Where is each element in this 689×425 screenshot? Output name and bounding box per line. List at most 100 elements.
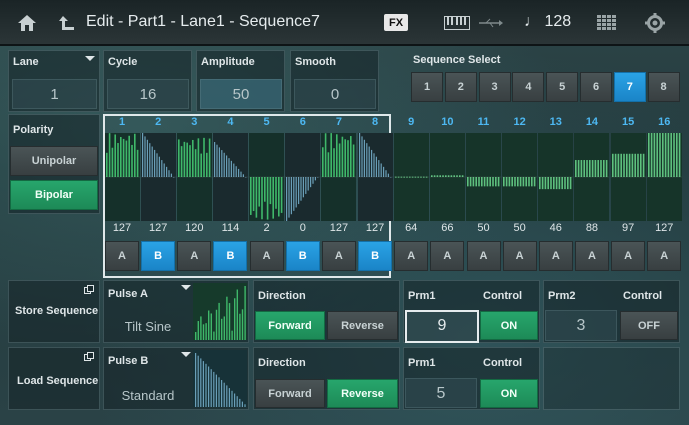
page-title: Edit - Part1 - Lane1 - Sequence7 [86,13,320,30]
quick-access-button[interactable] [592,6,622,40]
step-value-7: 127 [329,222,349,234]
step-column-13[interactable] [538,133,574,221]
pulse-b-label: Pulse B [108,355,149,367]
step-pulse-toggle-16[interactable]: A [647,241,682,271]
step-pulse-toggle-12[interactable]: A [502,241,537,271]
step-pulse-toggle-15[interactable]: A [611,241,646,271]
lane-label: Lane [13,56,39,68]
usb-icon [476,6,506,40]
sequence-select-3[interactable]: 3 [478,72,511,102]
empty-panel [543,347,680,410]
step-column-1[interactable] [104,133,140,221]
exit-button[interactable] [52,6,82,40]
pulse-a-reverse-button[interactable]: Reverse [327,311,398,340]
fx-button[interactable]: FX [384,14,408,31]
pulse-b-waveform [193,350,247,407]
step-number-5: 5 [263,116,270,128]
step-column-6[interactable] [285,133,321,221]
step-number-7: 7 [335,116,342,128]
step-value-15: 97 [621,222,635,234]
step-pulse-toggle-7[interactable]: A [321,241,356,271]
step-number-13: 13 [549,116,562,128]
step-number-2: 2 [155,116,162,128]
step-pulse-toggle-9[interactable]: A [394,241,429,271]
step-column-9[interactable] [393,133,429,221]
step-column-7[interactable] [321,133,357,221]
amplitude-label: Amplitude [201,56,255,68]
popup-icon [84,352,94,361]
step-pulse-toggle-13[interactable]: A [538,241,573,271]
step-value-16: 127 [655,222,674,234]
step-column-12[interactable] [502,133,538,221]
store-sequence-label: Store Sequence [15,305,99,317]
pulse-b-forward-button[interactable]: Forward [255,379,325,408]
step-number-4: 4 [227,116,234,128]
unipolar-button[interactable]: Unipolar [10,146,98,176]
cycle-panel[interactable]: Cycle 16 [103,50,192,112]
step-value-9: 64 [405,222,418,234]
sequence-select-2[interactable]: 2 [444,72,477,102]
step-pulse-toggle-1[interactable]: A [105,241,139,271]
pulse-b-panel[interactable]: Pulse B Standard [103,347,249,410]
step-value-11: 50 [477,222,490,234]
lane-panel[interactable]: Lane 1 [8,50,100,112]
step-pulse-toggle-4[interactable]: B [213,241,248,271]
step-column-2[interactable] [140,133,176,221]
amplitude-panel[interactable]: Amplitude 50 [196,50,285,112]
load-sequence-button[interactable]: Load Sequence [8,347,100,410]
dropdown-arrow-icon [181,285,191,290]
step-pulse-toggle-14[interactable]: A [574,241,609,271]
pulse-a-panel[interactable]: Pulse A Tilt Sine [103,280,249,343]
pulse-b-value: Standard [121,388,175,403]
step-pulse-toggle-8[interactable]: B [358,241,393,271]
step-column-10[interactable] [429,133,465,221]
pulse-a-prm2-value: 3 [576,317,586,334]
smooth-label: Smooth [295,56,336,68]
smooth-panel[interactable]: Smooth 0 [290,50,379,112]
sequence-select-7[interactable]: 7 [613,72,646,102]
step-column-15[interactable] [610,133,646,221]
store-sequence-button[interactable]: Store Sequence [8,280,100,343]
step-pulse-toggle-11[interactable]: A [466,241,501,271]
return-icon [59,16,74,30]
step-column-8[interactable] [357,133,393,221]
step-number-11: 11 [477,116,490,128]
sequence-select-8[interactable]: 8 [647,72,680,102]
step-number-9: 9 [408,116,415,128]
utility-button[interactable] [640,6,670,40]
step-column-14[interactable] [574,133,610,221]
step-number-6: 6 [299,116,306,128]
step-column-5[interactable] [249,133,285,221]
pulse-b-reverse-button[interactable]: Reverse [327,379,398,408]
sequence-select-1[interactable]: 1 [411,72,443,102]
pulse-a-forward-button[interactable]: Forward [255,311,325,340]
cycle-value: 16 [139,86,157,103]
sequence-select-label: Sequence Select [413,54,501,66]
control-label: Control [483,290,523,302]
step-column-11[interactable] [466,133,501,221]
tempo-value: 128 [544,13,572,30]
step-pulse-toggle-5[interactable]: A [249,241,284,271]
sequence-select-6[interactable]: 6 [580,72,612,102]
step-pulse-toggle-2[interactable]: B [141,241,176,271]
home-button[interactable] [10,6,44,40]
step-pulse-toggle-3[interactable]: A [177,241,212,271]
step-column-4[interactable] [212,133,248,221]
popup-icon [84,285,94,294]
step-number-1: 1 [118,116,126,128]
step-value-3: 120 [185,222,204,234]
tempo-display[interactable]: ♩ 128 [524,13,571,31]
bipolar-button[interactable]: Bipolar [10,180,98,210]
sequence-select-5[interactable]: 5 [546,72,579,102]
top-bar: Edit - Part1 - Lane1 - Sequence7 FX ♩ 12… [0,0,689,46]
step-pulse-toggle-10[interactable]: A [430,241,465,271]
step-column-16[interactable] [646,133,682,221]
pulse-a-control2-toggle[interactable]: OFF [620,311,678,340]
pulse-a-waveform [193,283,247,340]
pulse-a-control-toggle[interactable]: ON [480,311,538,340]
step-column-3[interactable] [176,133,212,221]
step-pulse-toggle-6[interactable]: B [285,241,320,271]
step-number-3: 3 [191,116,198,128]
pulse-b-control-toggle[interactable]: ON [480,379,538,408]
sequence-select-4[interactable]: 4 [512,72,545,102]
